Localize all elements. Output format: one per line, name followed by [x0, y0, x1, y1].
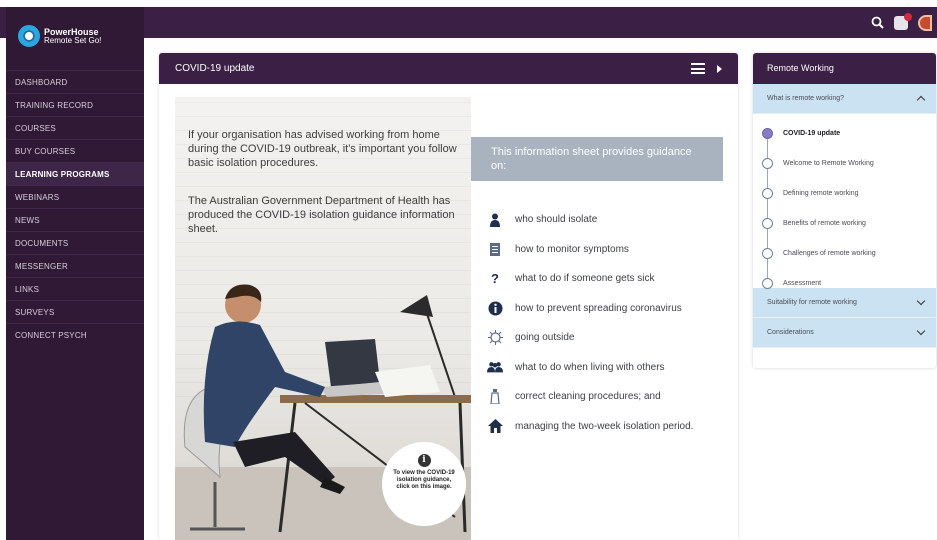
question-icon: ?: [491, 271, 499, 287]
intro-paragraph: If your organisation has advised working…: [188, 129, 457, 169]
accordion-label: Suitability for remote working: [767, 299, 857, 306]
page-title: COVID-19 update: [175, 63, 255, 74]
step-circle-icon: [762, 158, 773, 169]
lesson-step-label: Defining remote working: [783, 189, 859, 197]
accordion-label: What is remote working?: [767, 95, 845, 102]
lesson-step-assessment[interactable]: Assessment: [753, 268, 936, 298]
accordion-label: Considerations: [767, 329, 814, 336]
step-circle-icon: [762, 188, 773, 199]
guidance-item-label: going outside: [515, 332, 575, 344]
step-circle-icon: [762, 248, 773, 259]
list-item: ? what to do if someone gets sick: [487, 264, 727, 294]
lesson-step-defining[interactable]: Defining remote working: [753, 178, 936, 208]
clipboard-icon: [487, 241, 503, 257]
isolation-guidance-image[interactable]: If your organisation has advised working…: [175, 97, 471, 540]
sidebar-item-courses[interactable]: COURSES: [6, 116, 144, 139]
spray-bottle-icon: [487, 389, 503, 405]
sidebar-item-training-record[interactable]: TRAINING RECORD: [6, 93, 144, 116]
chevron-down-icon: [916, 326, 926, 335]
list-item: how to monitor symptoms: [487, 235, 727, 265]
lesson-step-label: COVID-19 update: [783, 129, 841, 137]
view-guidance-callout[interactable]: i To view the COVID-19 isolation guidanc…: [382, 442, 466, 526]
logo-mark-icon: [18, 25, 40, 47]
sidebar-item-surveys[interactable]: SURVEYS: [6, 300, 144, 323]
sidebar-item-dashboard[interactable]: DASHBOARD: [6, 70, 144, 93]
chevron-up-icon: [916, 95, 926, 105]
person-icon: [487, 212, 503, 228]
view-guidance-text: To view the COVID-19 isolation guidance,…: [393, 470, 455, 490]
remote-working-panel: Remote Working What is remote working? C…: [753, 53, 936, 368]
guidance-item-label: how to prevent spreading coronavirus: [515, 302, 682, 314]
lesson-step-label: Benefits of remote working: [783, 219, 866, 227]
lesson-step-label: Challenges of remote working: [783, 249, 876, 257]
step-current-icon: [762, 128, 773, 139]
guidance-heading: This information sheet provides guidance…: [471, 137, 723, 181]
sidebar-item-links[interactable]: LINKS: [6, 277, 144, 300]
sidebar-nav: DASHBOARD TRAINING RECORD COURSES BUY CO…: [6, 70, 144, 346]
list-item: what to do when living with others: [487, 353, 727, 383]
guidance-item-label: managing the two-week isolation period.: [515, 420, 694, 432]
search-icon[interactable]: [869, 15, 885, 31]
guidance-item-label: who should isolate: [515, 214, 598, 226]
list-item: managing the two-week isolation period.: [487, 412, 727, 442]
guidance-item-label: what to do if someone gets sick: [515, 273, 655, 285]
sidebar-item-messenger[interactable]: MESSENGER: [6, 254, 144, 277]
list-item: correct cleaning procedures; and: [487, 382, 727, 412]
next-arrow-icon[interactable]: [717, 64, 722, 73]
guidance-item-label: how to monitor symptoms: [515, 243, 629, 255]
sidebar: PowerHouse Remote Set Go! DASHBOARD TRAI…: [6, 7, 144, 540]
notification-bell-icon[interactable]: [893, 12, 912, 31]
guidance-item-label: what to do when living with others: [515, 361, 665, 373]
lesson-step-benefits[interactable]: Benefits of remote working: [753, 208, 936, 238]
lesson-step-covid-19-update[interactable]: COVID-19 update: [753, 118, 936, 148]
top-bar-actions: [869, 7, 937, 38]
lesson-steps: COVID-19 update Welcome to Remote Workin…: [753, 114, 936, 289]
notification-badge: [904, 12, 912, 21]
accordion-what-is-remote-working[interactable]: What is remote working?: [753, 84, 936, 114]
people-icon: [487, 359, 503, 375]
list-item: who should isolate: [487, 205, 727, 235]
sidebar-item-learning-programs[interactable]: LEARNING PROGRAMS: [6, 162, 144, 185]
user-avatar[interactable]: [917, 14, 933, 31]
lesson-step-label: Assessment: [783, 279, 822, 287]
lesson-step-challenges[interactable]: Challenges of remote working: [753, 238, 936, 268]
guidance-paragraph: The Australian Government Department of …: [188, 195, 455, 235]
sidebar-item-news[interactable]: NEWS: [6, 208, 144, 231]
accordion-considerations[interactable]: Considerations: [753, 318, 936, 348]
brand-logo[interactable]: PowerHouse Remote Set Go!: [18, 25, 101, 47]
guidance-item-label: correct cleaning procedures; and: [515, 391, 661, 403]
list-item: going outside: [487, 323, 727, 353]
lesson-step-label: Welcome to Remote Working: [783, 159, 874, 167]
content-card-header: COVID-19 update: [159, 53, 738, 84]
sidebar-item-connect-psych[interactable]: CONNECT PSYCH: [6, 323, 144, 346]
sidebar-item-webinars[interactable]: WEBINARS: [6, 185, 144, 208]
virus-icon: [487, 330, 503, 346]
info-icon: [487, 300, 503, 316]
list-item: how to prevent spreading coronavirus: [487, 294, 727, 324]
brand-tagline: Remote Set Go!: [44, 35, 102, 45]
info-icon: i: [417, 454, 431, 467]
sidebar-item-documents[interactable]: DOCUMENTS: [6, 231, 144, 254]
guidance-list: who should isolate how to monitor sympto…: [487, 205, 727, 441]
step-circle-icon: [762, 278, 773, 289]
content-card: COVID-19 update If your organisation has…: [159, 53, 738, 540]
step-circle-icon: [762, 218, 773, 229]
remote-working-title: Remote Working: [753, 53, 936, 84]
sidebar-item-buy-courses[interactable]: BUY COURSES: [6, 139, 144, 162]
lesson-step-welcome[interactable]: Welcome to Remote Working: [753, 148, 936, 178]
house-icon: [487, 418, 503, 434]
menu-icon[interactable]: [691, 63, 705, 74]
